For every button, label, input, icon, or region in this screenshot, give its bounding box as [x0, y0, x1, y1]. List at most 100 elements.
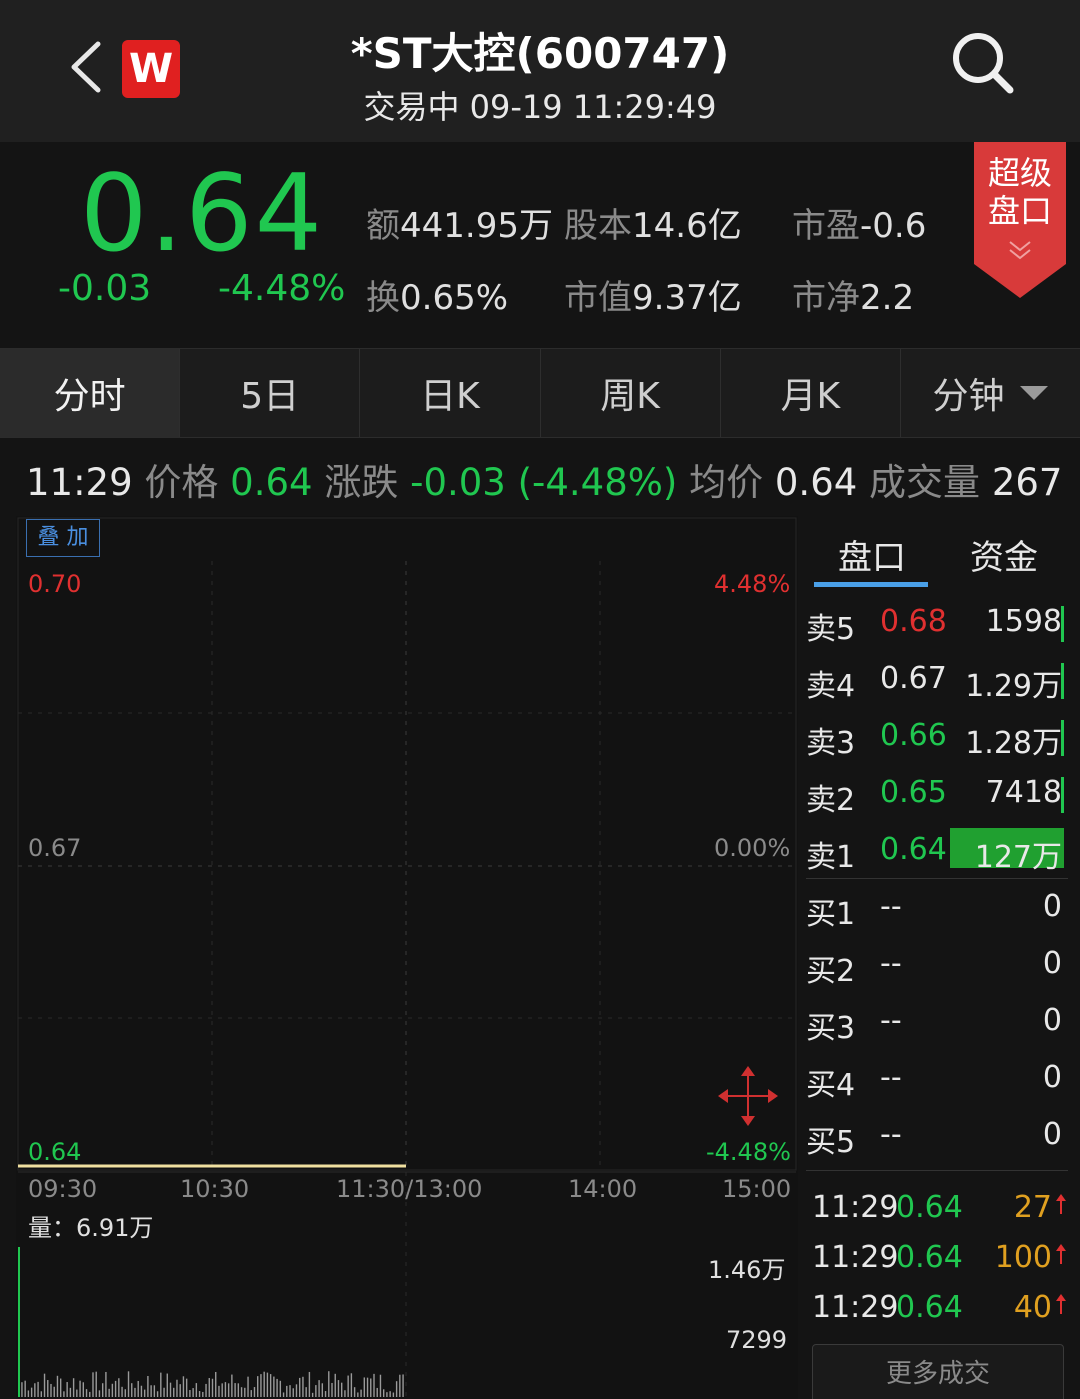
trade-price: 0.64	[896, 1290, 963, 1325]
tab-intraday[interactable]: 分时	[0, 349, 181, 437]
tab-5day[interactable]: 5日	[180, 349, 361, 437]
volume-bar	[108, 1388, 110, 1397]
volume-bar	[185, 1378, 188, 1397]
tab-minute[interactable]: 分钟	[901, 349, 1080, 437]
tab-daily-k[interactable]: 日K	[360, 349, 541, 437]
volume-bar	[386, 1392, 388, 1397]
volume-bar	[331, 1382, 333, 1397]
orderbook-row[interactable]: 买2 -- 0	[806, 936, 1068, 993]
volume-bar	[218, 1385, 220, 1397]
orderbook-volume: 0	[1042, 946, 1062, 981]
orderbook-row[interactable]: 买5 -- 0	[806, 1107, 1068, 1164]
orderbook-row[interactable]: 买4 -- 0	[806, 1050, 1068, 1107]
orderbook-row[interactable]: 卖3 0.66 1.28万	[806, 708, 1068, 765]
stock-title: *ST大控(600747)	[350, 29, 730, 78]
active-tab-indicator	[814, 582, 928, 587]
volume-bar	[43, 1373, 46, 1397]
volume-bar	[63, 1391, 65, 1397]
super-orderbook-button[interactable]: 超级 盘口	[974, 142, 1066, 298]
app-header: W *ST大控(600747) 交易中 09-19 11:29:49	[0, 0, 1080, 142]
volume-bar	[231, 1374, 233, 1397]
stat-market-cap: 市值9.37亿	[564, 278, 742, 318]
orderbook-volume: 7418	[985, 775, 1062, 810]
volume-bar	[392, 1392, 395, 1397]
volume-bar	[279, 1380, 282, 1397]
orderbook-row[interactable]: 买1 -- 0	[806, 879, 1068, 936]
volume-label: 量：6.91万	[28, 1214, 154, 1242]
volume-bar	[215, 1371, 217, 1397]
volume-bar	[389, 1391, 391, 1397]
volume-bar	[89, 1391, 91, 1397]
volume-bar	[366, 1377, 369, 1397]
trade-volume: 27	[1013, 1190, 1052, 1225]
orderbook-row[interactable]: 买3 -- 0	[806, 993, 1068, 1050]
trade-time: 11:29	[812, 1240, 899, 1275]
info-change: -0.03 (-4.48%)	[410, 461, 678, 504]
volume-bar	[234, 1383, 236, 1397]
more-trades-button[interactable]: 更多成交	[812, 1344, 1064, 1399]
volume-bar	[357, 1392, 359, 1397]
volume-bar	[266, 1372, 269, 1397]
volume-bar	[153, 1385, 156, 1397]
volume-bar	[59, 1378, 62, 1397]
info-time: 11:29	[26, 461, 133, 504]
trade-row: 11:29 0.64 40	[812, 1290, 1068, 1330]
overlay-button[interactable]: 叠 加	[26, 519, 100, 557]
info-avg: 0.64	[774, 461, 858, 504]
side-tab-orderbook[interactable]: 盘口	[838, 530, 906, 579]
volume-bar	[269, 1374, 272, 1397]
orderbook-row[interactable]: 卖2 0.65 7418	[806, 765, 1068, 822]
volume-bar	[295, 1384, 298, 1397]
volume-bar	[350, 1373, 353, 1397]
volume-bar	[208, 1378, 210, 1397]
volume-bar	[69, 1387, 72, 1397]
orderbook-row[interactable]: 卖4 0.67 1.29万	[806, 651, 1068, 708]
volume-bar	[34, 1383, 36, 1397]
volume-bar	[244, 1387, 246, 1397]
volume-bar	[1061, 663, 1064, 699]
volume-bar	[328, 1371, 330, 1397]
orderbook-divider	[806, 878, 1068, 879]
orderbook-volume: 0	[1042, 1060, 1062, 1095]
volume-bar	[98, 1390, 101, 1397]
volume-bar	[289, 1385, 291, 1397]
volume-bar	[321, 1383, 324, 1397]
tab-monthly-k[interactable]: 月K	[721, 349, 901, 437]
side-tab-funds[interactable]: 资金	[970, 530, 1038, 579]
orderbook-volume: 0	[1042, 1003, 1062, 1038]
volume-bar	[163, 1387, 165, 1397]
volume-bar	[363, 1377, 366, 1397]
volume-bar	[315, 1385, 317, 1397]
up-arrow-icon	[1056, 1194, 1066, 1214]
tab-weekly-k[interactable]: 周K	[541, 349, 721, 437]
super-btn-line1: 超级	[988, 154, 1052, 192]
trade-time: 11:29	[812, 1190, 899, 1225]
orderbook-row[interactable]: 卖1 0.64 127万	[806, 822, 1068, 879]
orderbook-level: 卖2	[806, 783, 856, 818]
chart-period-tabs: 分时 5日 日K 周K 月K 分钟	[0, 348, 1080, 438]
volume-bar	[402, 1374, 404, 1397]
orderbook-level: 买4	[806, 1068, 856, 1103]
volume-bar	[273, 1376, 275, 1397]
volume-bar	[173, 1387, 175, 1397]
volume-bar	[40, 1391, 43, 1397]
x-tick: 10:30	[180, 1175, 250, 1203]
volume-bar	[224, 1382, 227, 1397]
volume-bar	[50, 1383, 52, 1397]
vol-tick-mid: 7299	[726, 1326, 788, 1354]
search-icon[interactable]	[950, 30, 1016, 96]
orderbook-level: 买5	[806, 1125, 856, 1160]
volume-bar	[221, 1383, 223, 1397]
volume-bar	[334, 1373, 336, 1397]
super-btn-line2: 盘口	[988, 192, 1052, 230]
trade-price: 0.64	[896, 1240, 963, 1275]
volume-bar	[182, 1376, 185, 1397]
x-tick: 15:00	[722, 1175, 792, 1203]
orderbook-row[interactable]: 卖5 0.68 1598	[806, 594, 1068, 651]
intraday-chart[interactable]	[16, 516, 798, 1399]
volume-bar	[127, 1371, 130, 1397]
current-price: 0.64	[80, 152, 325, 275]
trade-volume: 100	[994, 1240, 1052, 1275]
volume-bar	[92, 1372, 94, 1397]
orderbook-volume: 1.29万	[965, 669, 1062, 704]
